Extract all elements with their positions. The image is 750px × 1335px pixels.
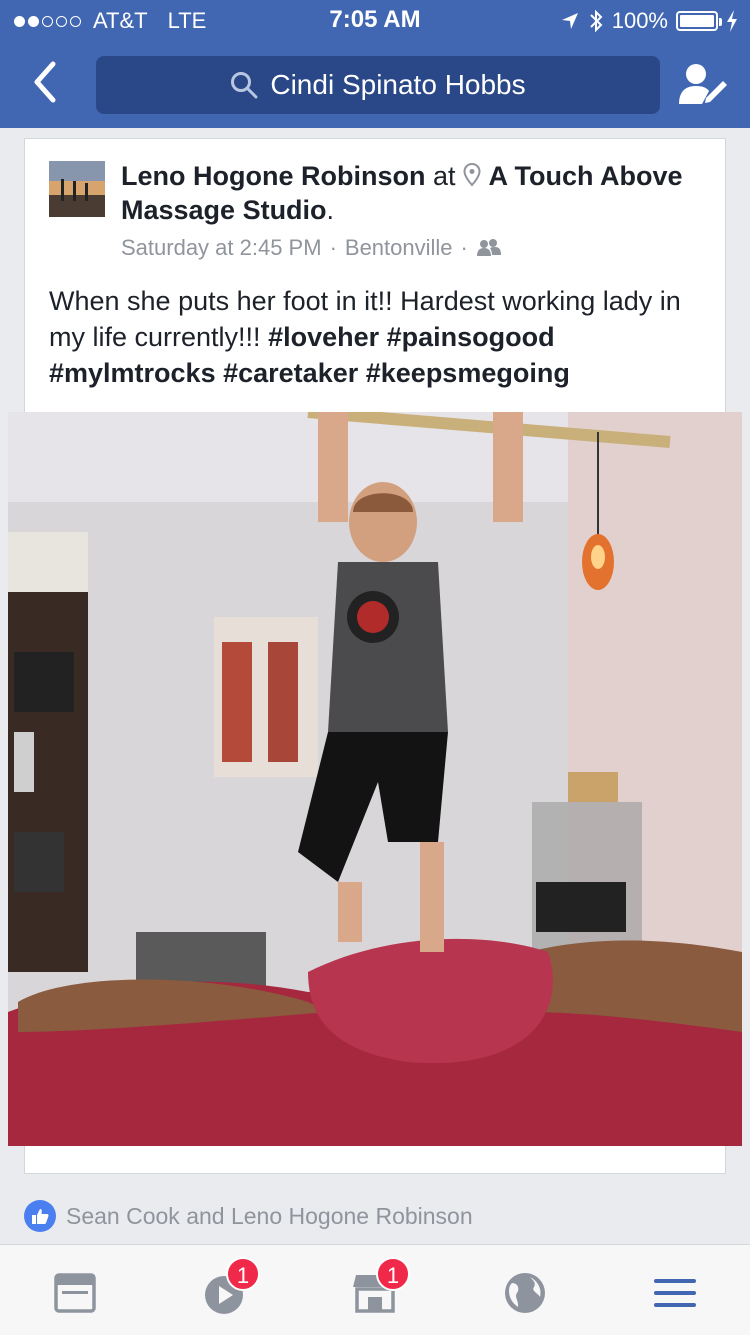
tab-menu[interactable] [650,1267,702,1319]
post-photo[interactable] [8,412,742,1146]
period: . [326,195,335,225]
bluetooth-icon [590,9,603,33]
location-pin-icon [463,162,481,187]
separator-dot: · [329,235,337,260]
at-label: at [432,161,456,191]
tab-news-feed[interactable] [50,1267,102,1319]
post-location[interactable]: Bentonville [345,235,453,261]
tab-notifications[interactable] [500,1267,552,1319]
news-feed-icon [54,1273,96,1313]
post-date[interactable]: Saturday at 2:45 PM [121,235,322,261]
battery-icon [676,11,722,31]
charging-icon [727,10,737,32]
likes-summary[interactable]: Sean Cook and Leno Hogone Robinson [24,1200,473,1232]
search-text: Cindi Spinato Hobbs [270,69,526,100]
chevron-left-icon [34,61,56,103]
notification-badge: 1 [376,1257,410,1291]
post-meta: Saturday at 2:45 PM · Bentonville · [121,235,502,261]
tab-marketplace[interactable]: 1 [350,1257,410,1319]
friends-audience-icon [476,239,501,256]
likes-text: Sean Cook and Leno Hogone Robinson [66,1202,473,1229]
separator-dot: · [460,235,468,260]
top-bar: AT&T LTE 7:05 AM 100% Cindi Spinato Hobb… [0,0,750,128]
hashtag-link[interactable]: #painsogood [387,322,555,352]
post-header: Leno Hogone Robinson at A Touch Above Ma… [121,159,711,227]
author-avatar[interactable] [49,161,105,217]
tab-video[interactable]: 1 [200,1257,260,1319]
hashtag-link[interactable]: #mylmtrocks [49,358,216,388]
search-input[interactable]: Cindi Spinato Hobbs [96,56,660,114]
hashtag-link[interactable]: #loveher [268,322,379,352]
hashtag-link[interactable]: #caretaker [223,358,358,388]
edit-friend-icon [679,64,727,104]
location-arrow-icon [561,13,578,29]
hamburger-menu-icon [654,1279,696,1307]
status-bar: AT&T LTE 7:05 AM 100% [0,0,750,40]
author-name-link[interactable]: Leno Hogone Robinson [121,161,425,191]
notification-badge: 1 [226,1257,260,1291]
like-reaction-icon [24,1200,56,1232]
bottom-tab-bar: 1 1 [0,1244,750,1335]
hashtag-link[interactable]: #keepsmegoing [366,358,570,388]
edit-friend-button[interactable] [676,58,730,112]
navigation-bar: Cindi Spinato Hobbs [0,40,750,128]
search-icon [231,72,258,99]
battery-percent: 100% [611,8,668,33]
back-button[interactable] [20,52,70,112]
globe-icon [505,1273,545,1313]
post-caption: When she puts her foot in it!! Hardest w… [49,283,709,391]
